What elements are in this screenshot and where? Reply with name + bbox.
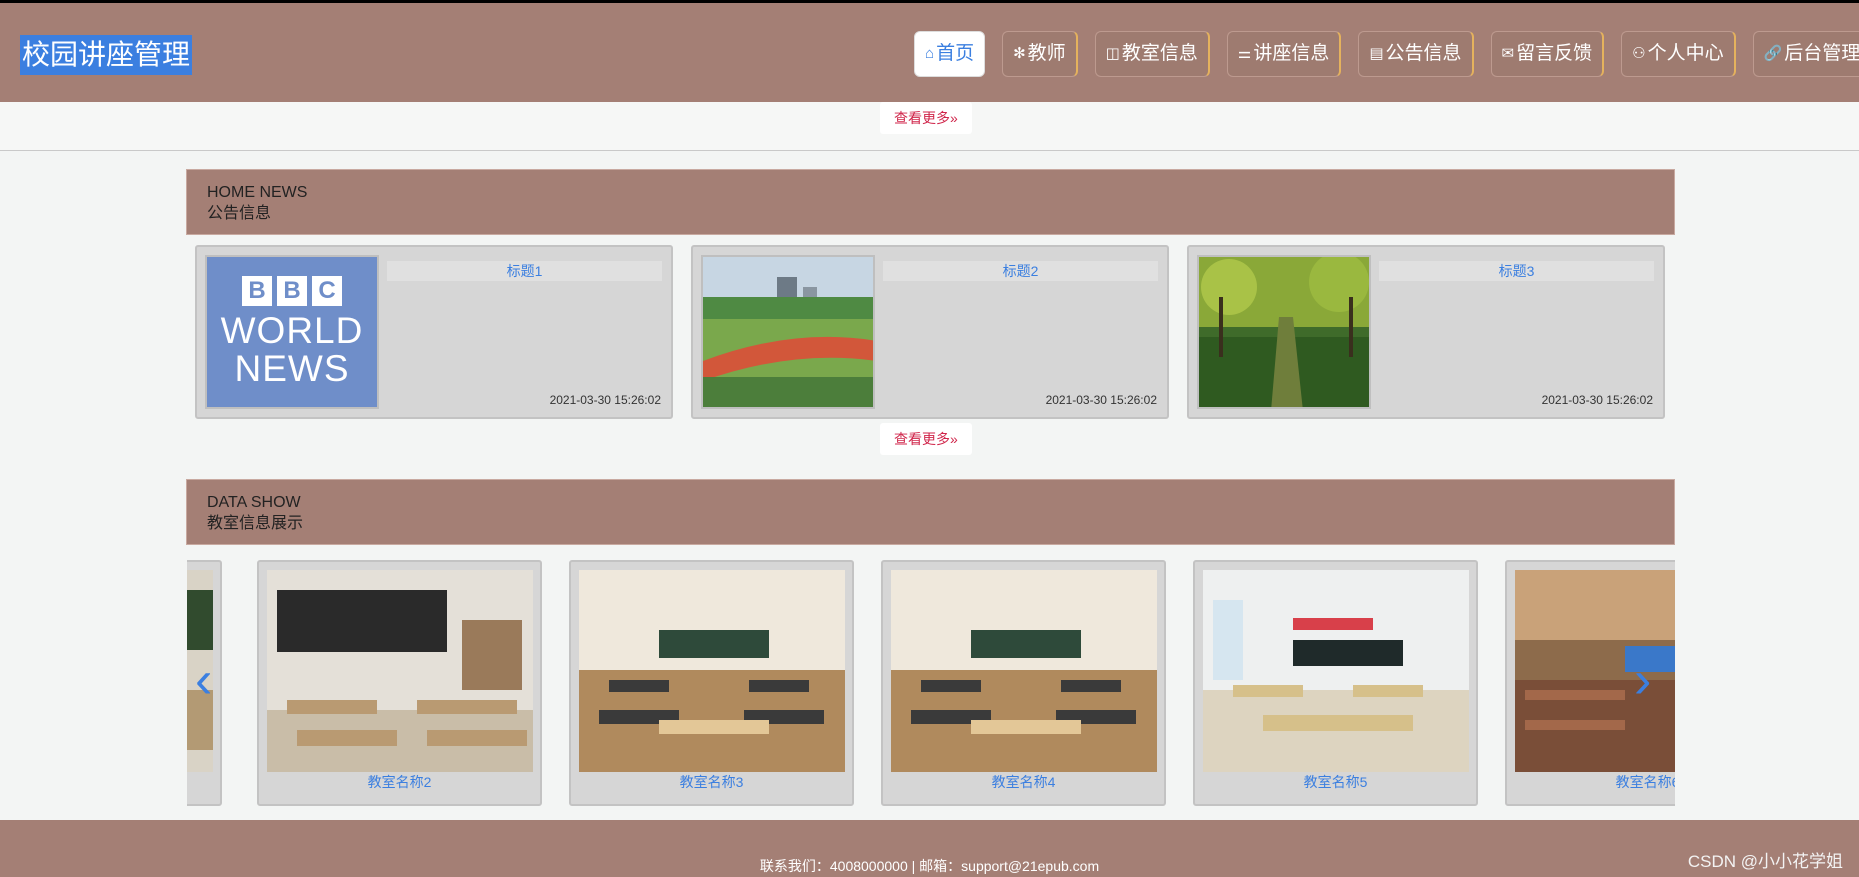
news-image[interactable]: B B C WORLD NEWS [205, 255, 379, 409]
room-name[interactable]: 教室名称6 [1507, 772, 1675, 792]
nav-item-teacher[interactable]: ✻ 教师 [1002, 31, 1078, 77]
classroom-section-header: DATA SHOW 教室信息展示 [186, 479, 1675, 545]
section-title-cn: 教室信息展示 [207, 515, 304, 532]
footer-contact: 联系我们：4008000000 | 邮箱：support@21epub.com [759, 858, 1100, 874]
news-title[interactable]: 标题3 [1379, 261, 1654, 281]
nav-item-profile[interactable]: ⚇ 个人中心 [1621, 31, 1736, 77]
room-image[interactable] [579, 570, 845, 772]
room-name[interactable]: 教室名称3 [571, 772, 852, 792]
snowflake-icon: ✻ [1013, 45, 1026, 62]
nav-label: 讲座信息 [1253, 43, 1330, 64]
carousel-prev-icon[interactable]: ‹ [195, 654, 212, 706]
view-more-button[interactable]: 查看更多» [880, 423, 972, 455]
carousel-next-icon[interactable]: › [1634, 654, 1651, 706]
section-title-en: HOME NEWS [207, 184, 308, 201]
nav-item-feedback[interactable]: ✉ 留言反馈 [1490, 31, 1605, 77]
news-image[interactable] [1197, 255, 1371, 409]
news-card[interactable]: B B C WORLD NEWS 标题1 2021-03-30 15:26:02 [195, 245, 673, 419]
user-icon: ⚇ [1632, 45, 1646, 62]
room-name[interactable]: 教室名称5 [1195, 772, 1476, 792]
nav-label: 首页 [936, 43, 975, 64]
news-title[interactable]: 标题2 [883, 261, 1158, 281]
room-name[interactable]: 教室名称2 [259, 772, 540, 792]
nav-item-classroom[interactable]: ◫ 教室信息 [1094, 31, 1210, 77]
previous-section-strip: 查看更多» [0, 102, 1859, 151]
watermark: CSDN @小小花学姐 [1687, 852, 1843, 871]
nav-label: 公告信息 [1385, 43, 1462, 64]
nav-item-notice[interactable]: ▤ 公告信息 [1358, 31, 1474, 77]
sliders-icon: ⚌ [1237, 45, 1252, 62]
room-image[interactable] [891, 570, 1157, 772]
room-card[interactable]: 教室名称5 [1193, 560, 1478, 806]
nav-label: 个人中心 [1647, 43, 1724, 64]
room-card[interactable]: 教室名称3 [569, 560, 854, 806]
nav-item-home[interactable]: ⌂ 首页 [914, 31, 986, 77]
nav-label: 后台管理 [1784, 43, 1859, 64]
classroom-icon: ◫ [1105, 45, 1120, 62]
room-name[interactable]: 教室名称4 [883, 772, 1164, 792]
bbc-logo: B B C WORLD NEWS [207, 257, 377, 407]
news-section-header: HOME NEWS 公告信息 [186, 169, 1675, 235]
mail-icon: ✉ [1501, 45, 1515, 62]
main-nav: ⌂ 首页 ✻ 教师 ◫ 教室信息 ⚌ 讲座信息 ▤ 公告信息 ✉ 留言反馈 ⚇ … [914, 31, 1859, 77]
link-icon: 🔗 [1763, 45, 1783, 62]
home-icon: ⌂ [925, 45, 935, 62]
news-card[interactable]: 标题2 2021-03-30 15:26:02 [691, 245, 1169, 419]
room-image[interactable] [267, 570, 533, 772]
site-title: 校园讲座管理 [20, 35, 193, 75]
nav-label: 教室信息 [1121, 43, 1198, 64]
view-more-button[interactable]: 查看更多» [880, 102, 972, 134]
header: 校园讲座管理 ⌂ 首页 ✻ 教师 ◫ 教室信息 ⚌ 讲座信息 ▤ 公告信息 ✉ … [0, 0, 1859, 102]
news-date: 2021-03-30 15:26:02 [1045, 393, 1157, 407]
room-card[interactable]: 教室名称4 [881, 560, 1166, 806]
footer: 联系我们：4008000000 | 邮箱：support@21epub.com … [0, 820, 1859, 877]
section-title-cn: 公告信息 [207, 205, 272, 222]
news-image[interactable] [701, 255, 875, 409]
section-title-en: DATA SHOW [207, 494, 301, 511]
classroom-carousel[interactable]: 教室名称2 教室名称3 教室名称4 教室名称5 教室名称6 ‹ › [187, 555, 1675, 810]
room-card[interactable]: 教室名称2 [257, 560, 542, 806]
notice-icon: ▤ [1369, 45, 1384, 62]
news-title[interactable]: 标题1 [387, 261, 662, 281]
nav-label: 教师 [1027, 43, 1066, 64]
nav-item-admin[interactable]: 🔗 后台管理 [1752, 31, 1859, 77]
news-card[interactable]: 标题3 2021-03-30 15:26:02 [1187, 245, 1665, 419]
nav-item-lecture[interactable]: ⚌ 讲座信息 [1226, 31, 1342, 77]
nav-label: 留言反馈 [1516, 43, 1593, 64]
news-date: 2021-03-30 15:26:02 [549, 393, 661, 407]
room-image[interactable] [1203, 570, 1469, 772]
news-date: 2021-03-30 15:26:02 [1541, 393, 1653, 407]
